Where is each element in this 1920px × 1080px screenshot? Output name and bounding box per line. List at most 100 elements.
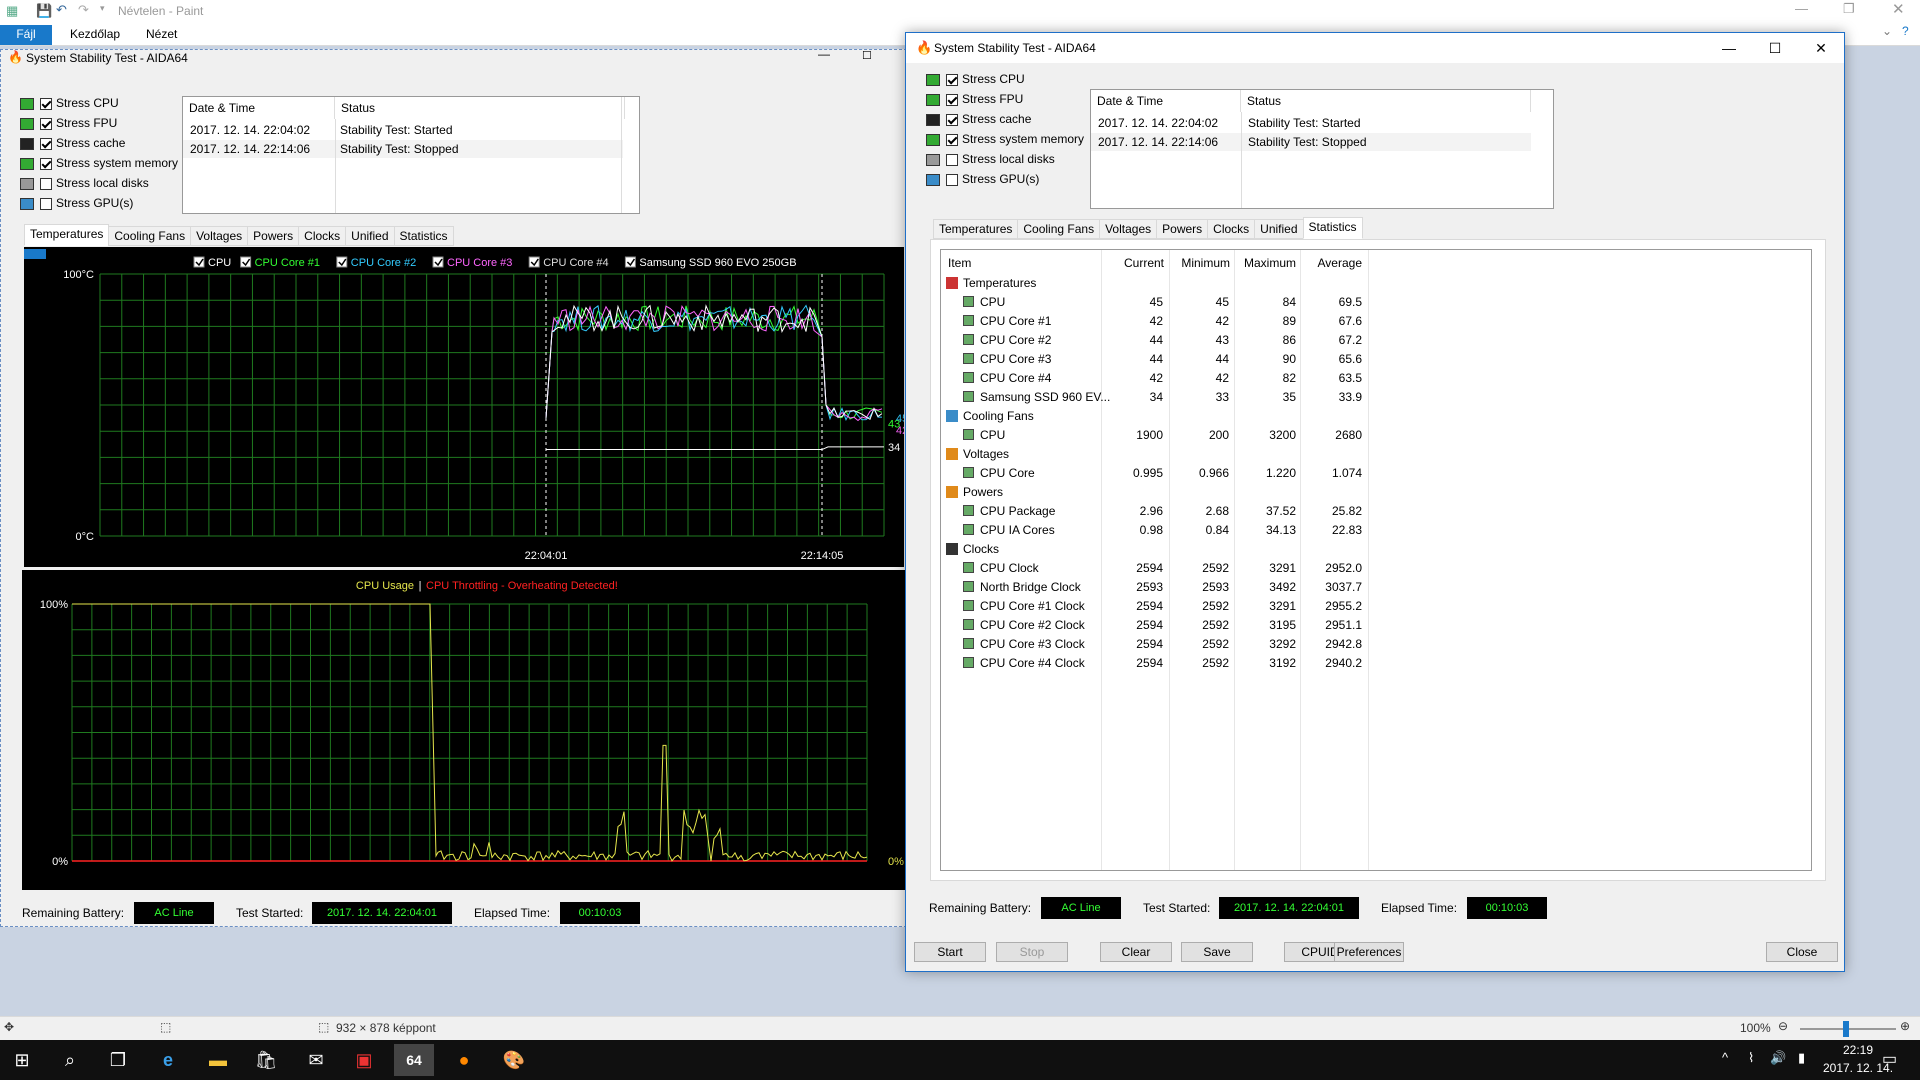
stress-option[interactable]: Stress cache (926, 110, 1031, 128)
edge-icon[interactable]: e (148, 1044, 188, 1076)
stress-option[interactable]: Stress GPU(s) (20, 194, 133, 212)
stress-checkbox[interactable] (40, 97, 52, 110)
paint-close-icon[interactable]: ✕ (1892, 0, 1905, 18)
col-header-item[interactable]: Item (948, 254, 971, 272)
stress-option[interactable]: Stress GPU(s) (926, 170, 1039, 188)
stop-button[interactable]: Stop (996, 942, 1068, 962)
paint-taskbar-icon[interactable]: 🎨 (494, 1044, 534, 1076)
stress-option[interactable]: Stress local disks (20, 174, 149, 192)
col-header-current[interactable]: Current (1106, 254, 1164, 272)
ribbon-tab-home[interactable]: Kezdőlap (62, 25, 128, 45)
tab-temperatures[interactable]: Temperatures (24, 224, 110, 246)
stress-checkbox[interactable] (946, 73, 958, 86)
task-view-icon[interactable]: ❐ (98, 1044, 138, 1076)
category-row[interactable]: Clocks (941, 540, 1811, 559)
tab-cooling-fans[interactable]: Cooling Fans (1017, 219, 1101, 239)
table-row[interactable]: North Bridge Clock 2593 2593 3492 3037.7 (941, 578, 1811, 597)
table-row[interactable]: CPU Core #3 Clock 2594 2592 3292 2942.8 (941, 635, 1811, 654)
tab-statistics[interactable]: Statistics (1302, 217, 1363, 239)
paint-canvas[interactable]: 🔥 System Stability Test - AIDA64 — ☐ Str… (0, 47, 932, 927)
table-row[interactable]: Samsung SSD 960 EV... 34 33 35 33.9 (941, 388, 1811, 407)
save-button[interactable]: Save (1181, 942, 1253, 962)
col-header-minimum[interactable]: Minimum (1170, 254, 1230, 272)
table-row[interactable]: CPU 1900 200 3200 2680 (941, 426, 1811, 445)
redo-icon[interactable]: ↷ (78, 2, 89, 18)
category-row[interactable]: Voltages (941, 445, 1811, 464)
graph-scroll-indicator[interactable] (24, 249, 46, 259)
table-row[interactable]: CPU Package 2.96 2.68 37.52 25.82 (941, 502, 1811, 521)
maximize-button[interactable]: ☐ (1752, 33, 1798, 63)
ribbon-collapse-icon[interactable]: ⌄ (1882, 24, 1892, 38)
stress-option[interactable]: Stress local disks (926, 150, 1055, 168)
tab-powers[interactable]: Powers (1156, 219, 1209, 239)
firefox-icon[interactable]: ● (444, 1044, 484, 1076)
tab-unified[interactable]: Unified (345, 226, 395, 246)
clock-time[interactable]: 22:19 (1828, 1043, 1888, 1057)
stress-checkbox[interactable] (40, 197, 52, 210)
preferences-button[interactable]: Preferences (1334, 942, 1404, 962)
table-row[interactable]: CPU Core #2 Clock 2594 2592 3195 2951.1 (941, 616, 1811, 635)
stress-checkbox[interactable] (946, 173, 958, 186)
table-row[interactable]: CPU Core #3 44 44 90 65.6 (941, 350, 1811, 369)
tab-clocks[interactable]: Clocks (1207, 219, 1256, 239)
network-icon[interactable]: ⌇ (1748, 1050, 1754, 1066)
undo-icon[interactable]: ↶ (56, 2, 67, 18)
stress-option[interactable]: Stress FPU (20, 114, 117, 132)
table-row[interactable]: CPU Core #1 42 42 89 67.6 (941, 312, 1811, 331)
table-row[interactable]: CPU Core #1 Clock 2594 2592 3291 2955.2 (941, 597, 1811, 616)
table-row[interactable]: CPU Core #4 42 42 82 63.5 (941, 369, 1811, 388)
stress-option[interactable]: Stress system memory (20, 154, 178, 172)
store-icon[interactable]: 🛍 (246, 1044, 286, 1076)
stress-checkbox[interactable] (946, 153, 958, 166)
file-explorer-icon[interactable]: ▬ (198, 1044, 238, 1076)
battery-icon[interactable]: ▮ (1798, 1050, 1805, 1066)
tab-temperatures[interactable]: Temperatures (933, 219, 1019, 239)
zoom-in-icon[interactable]: ⊕ (1900, 1019, 1910, 1033)
stress-option[interactable]: Stress system memory (926, 130, 1084, 148)
stress-checkbox[interactable] (40, 137, 52, 150)
paint-restore-icon[interactable]: ❐ (1843, 1, 1855, 17)
stress-checkbox[interactable] (40, 177, 52, 190)
stress-checkbox[interactable] (946, 93, 958, 106)
tab-voltages[interactable]: Voltages (1099, 219, 1158, 239)
stress-checkbox[interactable] (946, 113, 958, 126)
table-row[interactable]: CPU Core #4 Clock 2594 2592 3192 2940.2 (941, 654, 1811, 673)
start-button[interactable]: Start (914, 942, 986, 962)
col-header-average[interactable]: Average (1300, 254, 1362, 272)
table-row[interactable]: CPU 45 45 84 69.5 (941, 293, 1811, 312)
cpuz-icon[interactable]: ▣ (344, 1044, 384, 1076)
col-header-maximum[interactable]: Maximum (1234, 254, 1296, 272)
stress-option[interactable]: Stress FPU (926, 90, 1023, 108)
paint-minimize-icon[interactable]: — (1795, 1, 1808, 16)
table-row[interactable]: CPU IA Cores 0.98 0.84 34.13 22.83 (941, 521, 1811, 540)
aida64-taskbar-icon[interactable]: 64 (394, 1044, 434, 1076)
stress-option[interactable]: Stress CPU (20, 94, 119, 112)
category-row[interactable]: Powers (941, 483, 1811, 502)
stress-checkbox[interactable] (946, 133, 958, 146)
windows-start-icon[interactable]: ⊞ (2, 1044, 42, 1076)
tab-statistics[interactable]: Statistics (393, 226, 454, 246)
aida-title-bar[interactable]: 🔥 System Stability Test - AIDA64 — ☐ ✕ (906, 33, 1844, 63)
ribbon-tab-file[interactable]: Fájl (0, 25, 52, 45)
save-icon[interactable]: 💾 (36, 3, 52, 19)
ribbon-tab-view[interactable]: Nézet (138, 25, 185, 45)
category-row[interactable]: Cooling Fans (941, 407, 1811, 426)
tab-voltages[interactable]: Voltages (190, 226, 249, 246)
table-row[interactable]: CPU Core 0.995 0.966 1.220 1.074 (941, 464, 1811, 483)
search-icon[interactable]: ⌕ (50, 1044, 90, 1076)
category-row[interactable]: Temperatures (941, 274, 1811, 293)
close-button[interactable]: Close (1766, 942, 1838, 962)
qat-dropdown-icon[interactable]: ▾ (100, 3, 105, 14)
stress-option[interactable]: Stress CPU (926, 70, 1025, 88)
zoom-slider-thumb[interactable] (1843, 1021, 1849, 1037)
mail-icon[interactable]: ✉ (296, 1044, 336, 1076)
clear-button[interactable]: Clear (1100, 942, 1172, 962)
tab-powers[interactable]: Powers (247, 226, 300, 246)
stress-checkbox[interactable] (40, 117, 52, 130)
minimize-button[interactable]: — (1706, 33, 1752, 63)
help-icon[interactable]: ? (1902, 24, 1909, 38)
tray-chevron-icon[interactable]: ^ (1722, 1050, 1728, 1065)
table-row[interactable]: CPU Clock 2594 2592 3291 2952.0 (941, 559, 1811, 578)
zoom-out-icon[interactable]: ⊖ (1778, 1019, 1788, 1033)
action-center-icon[interactable]: ▭ (1882, 1049, 1897, 1069)
